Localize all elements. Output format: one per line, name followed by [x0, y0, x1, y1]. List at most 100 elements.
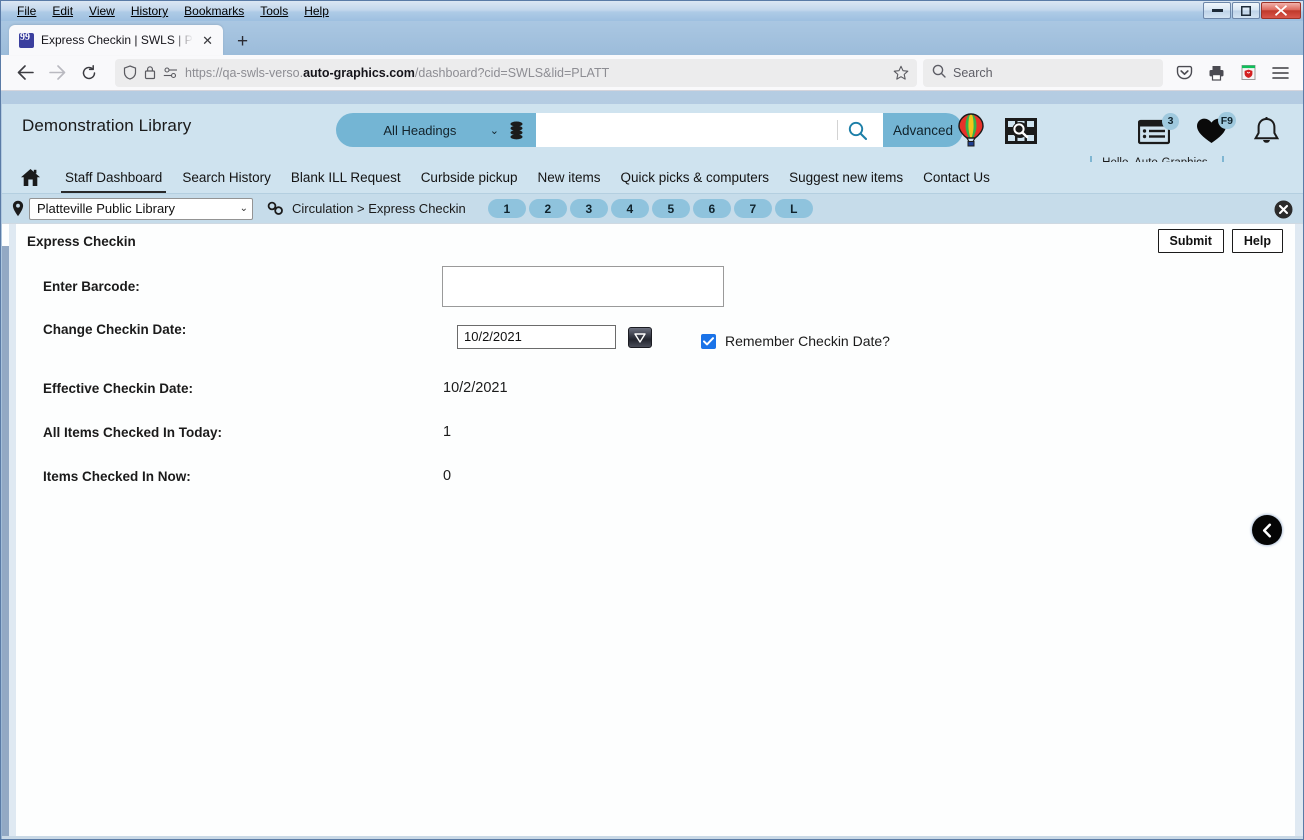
close-window-button[interactable]	[1261, 2, 1301, 19]
pill-7[interactable]: 7	[733, 199, 772, 218]
nav-curbside-pickup[interactable]: Curbside pickup	[411, 162, 528, 193]
bookmark-star-icon[interactable]	[893, 65, 909, 81]
items-checked-now-value: 0	[443, 468, 452, 484]
my-lists-icon[interactable]: 3	[1138, 112, 1179, 145]
extension-shield-icon[interactable]	[1233, 59, 1263, 87]
search-divider	[837, 120, 838, 140]
browser-tab[interactable]: Express Checkin | SWLS | PLATT ✕	[9, 25, 223, 55]
menu-history-label: History	[130, 4, 169, 18]
maximize-button[interactable]	[1232, 2, 1260, 19]
image-search-icon[interactable]	[1004, 115, 1038, 147]
window-controls	[1203, 2, 1301, 19]
menu-help[interactable]: Help	[296, 2, 337, 20]
reload-icon[interactable]	[73, 59, 105, 87]
forward-icon[interactable]	[41, 59, 73, 87]
submit-button[interactable]: Submit	[1157, 229, 1224, 253]
location-pin-icon	[12, 200, 24, 217]
favorites-badge: F9	[1217, 112, 1236, 129]
notifications-bell-icon[interactable]	[1253, 116, 1280, 146]
lock-icon[interactable]	[144, 65, 156, 80]
library-location-value: Platteville Public Library	[37, 201, 176, 216]
permissions-icon[interactable]	[163, 66, 178, 79]
panel-buttons: Submit Help	[1157, 229, 1283, 253]
search-scope-label: All Headings	[383, 122, 457, 138]
all-items-checked-today-label: All Items Checked In Today:	[43, 425, 223, 440]
pill-4[interactable]: 4	[610, 199, 649, 218]
close-session-icon[interactable]	[1274, 200, 1293, 224]
calendar-picker-button[interactable]	[628, 327, 652, 348]
pill-l[interactable]: L	[774, 199, 813, 218]
database-icon[interactable]	[509, 121, 524, 140]
breadcrumb-text: Circulation > Express Checkin	[292, 201, 466, 216]
nav-suggest-new-items[interactable]: Suggest new items	[779, 162, 913, 193]
site-search-group: All Headings ⌄ Advanced	[336, 113, 963, 147]
menu-edit[interactable]: Edit	[44, 2, 81, 20]
favorites-heart-icon[interactable]: F9	[1196, 112, 1236, 145]
library-location-select[interactable]: Platteville Public Library ⌄	[29, 197, 253, 220]
url-bar[interactable]: https://qa-swls-verso.auto-graphics.com/…	[115, 58, 917, 87]
breadcrumb-bar: Platteville Public Library ⌄ Circulation…	[2, 193, 1303, 224]
advanced-search-button[interactable]: Advanced	[883, 113, 963, 147]
library-name: Demonstration Library	[22, 116, 192, 135]
page-content: Demonstration Library All Headings ⌄ Adv…	[2, 104, 1303, 839]
tab-title: Express Checkin | SWLS | PLATT	[41, 33, 193, 47]
back-icon[interactable]	[9, 59, 41, 87]
barcode-label: Enter Barcode:	[43, 279, 140, 294]
menu-bookmarks[interactable]: Bookmarks	[176, 2, 252, 20]
pill-1[interactable]: 1	[487, 199, 526, 218]
title-bar: File Edit View History Bookmarks Tools H…	[1, 1, 1303, 21]
menu-view[interactable]: View	[81, 2, 123, 20]
nav-new-items[interactable]: New items	[528, 162, 611, 193]
menu-tools[interactable]: Tools	[252, 2, 296, 20]
search-icon	[932, 64, 946, 81]
url-text: https://qa-swls-verso.auto-graphics.com/…	[185, 66, 886, 80]
chevron-down-icon: ⌄	[239, 203, 248, 214]
remember-checkin-date-label: Remember Checkin Date?	[725, 333, 890, 349]
barcode-input[interactable]	[442, 266, 724, 307]
nav-blank-ill-request[interactable]: Blank ILL Request	[281, 162, 411, 193]
remember-checkin-date-checkbox[interactable]	[701, 333, 716, 349]
shield-icon[interactable]	[123, 65, 137, 80]
site-header: Demonstration Library All Headings ⌄ Adv…	[2, 104, 1303, 188]
menu-file[interactable]: File	[9, 2, 44, 20]
help-button[interactable]: Help	[1231, 229, 1283, 253]
favicon-icon	[19, 32, 34, 48]
link-chain-icon	[267, 201, 284, 216]
close-tab-icon[interactable]: ✕	[200, 32, 215, 49]
hot-air-balloon-icon[interactable]	[956, 112, 986, 150]
search-submit-icon[interactable]	[848, 121, 867, 140]
search-scope-dropdown[interactable]: All Headings ⌄	[336, 113, 536, 147]
browser-window: File Edit View History Bookmarks Tools H…	[0, 0, 1304, 840]
print-icon[interactable]	[1201, 59, 1231, 87]
pill-5[interactable]: 5	[651, 199, 690, 218]
main-nav-menu: Staff Dashboard Search History Blank ILL…	[2, 162, 1303, 193]
menu-history[interactable]: History	[123, 2, 176, 20]
url-prefix: https://qa-swls-verso.	[185, 65, 304, 80]
menu-help-label: Help	[304, 4, 329, 18]
pocket-icon[interactable]	[1169, 59, 1199, 87]
nav-staff-dashboard[interactable]: Staff Dashboard	[55, 162, 172, 193]
hamburger-menu-icon[interactable]	[1265, 59, 1295, 87]
change-checkin-date-input[interactable]: 10/2/2021	[457, 325, 616, 349]
pill-3[interactable]: 3	[569, 199, 608, 218]
toolbar-search-box[interactable]: Search	[923, 58, 1163, 87]
pill-2[interactable]: 2	[528, 199, 567, 218]
pill-6[interactable]: 6	[692, 199, 731, 218]
nav-contact-us[interactable]: Contact Us	[913, 162, 1000, 193]
home-icon[interactable]	[20, 168, 41, 187]
back-arrow-button[interactable]	[1252, 515, 1282, 545]
new-tab-button[interactable]: +	[237, 32, 248, 51]
toolbar-right-icons	[1169, 59, 1295, 87]
nav-quick-picks-computers[interactable]: Quick picks & computers	[611, 162, 780, 193]
items-checked-now-label: Items Checked In Now:	[43, 469, 191, 484]
change-checkin-date-label: Change Checkin Date:	[43, 322, 187, 337]
menu-tools-label: Tools	[260, 4, 289, 18]
effective-checkin-date-label: Effective Checkin Date:	[43, 381, 194, 396]
search-input[interactable]	[536, 113, 883, 147]
remember-checkin-date-row[interactable]: Remember Checkin Date?	[701, 333, 890, 349]
menu-bar: File Edit View History Bookmarks Tools H…	[1, 2, 337, 20]
header-icon-group: 3 F9	[956, 112, 1280, 150]
minimize-button[interactable]	[1203, 2, 1231, 19]
nav-search-history[interactable]: Search History	[172, 162, 281, 193]
chevron-down-icon: ⌄	[489, 124, 499, 137]
